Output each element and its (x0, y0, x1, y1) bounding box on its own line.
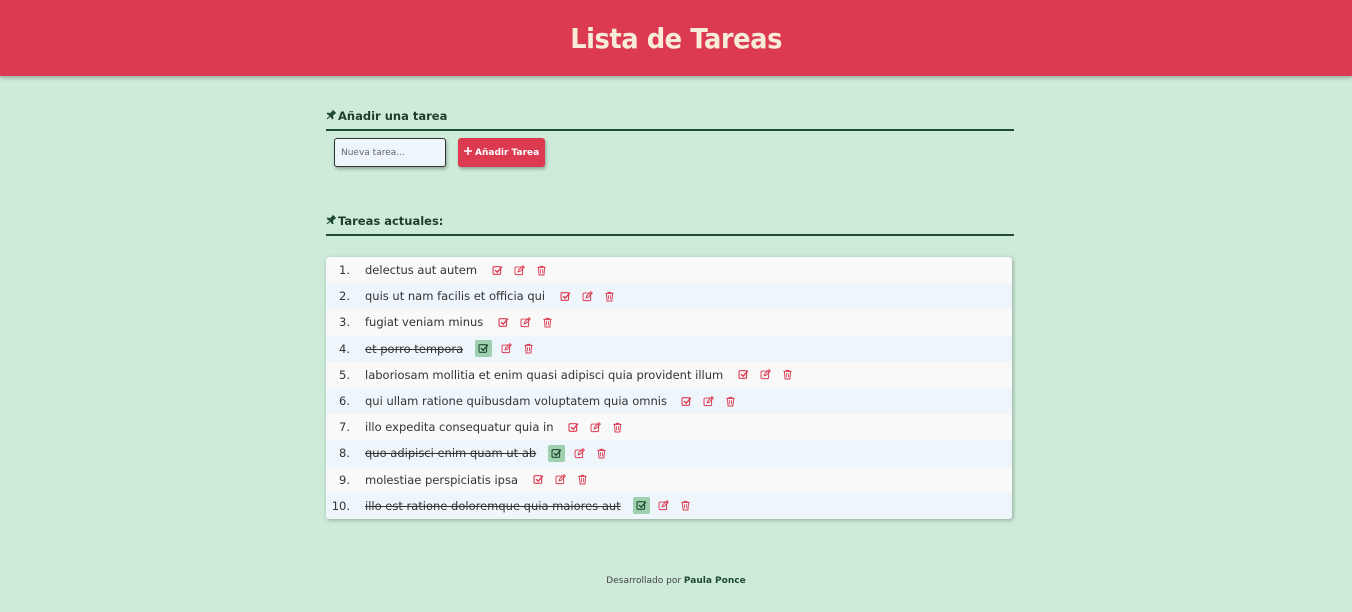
footer-prefix: Desarrollado por (606, 576, 682, 586)
task-text: quo adipisci enim quam ut ab (365, 446, 537, 461)
task-text: illo est ratione doloremque quia maiores… (365, 498, 621, 513)
task-number: 9. (339, 472, 350, 487)
task-number: 8. (339, 446, 350, 461)
task-actions (557, 288, 617, 304)
new-task-input[interactable] (334, 138, 446, 167)
task-actions (489, 262, 549, 278)
task-text: illo expedita consequatur quia in (365, 420, 554, 435)
page-title: Lista de Tareas (570, 21, 782, 55)
edit-icon[interactable] (701, 393, 717, 409)
check-square-icon[interactable] (548, 444, 566, 462)
task-number: 1. (339, 263, 350, 278)
task-number: 5. (339, 367, 350, 382)
trash-icon[interactable] (574, 472, 590, 488)
check-square-icon[interactable] (489, 262, 505, 278)
edit-icon[interactable] (656, 498, 672, 514)
task-number: 6. (339, 394, 350, 409)
check-square-icon[interactable] (566, 419, 582, 435)
task-number: 7. (339, 420, 350, 435)
task-actions (530, 472, 590, 488)
pin-icon (326, 214, 337, 228)
check-square-icon[interactable] (557, 288, 573, 304)
trash-icon[interactable] (723, 393, 739, 409)
task-row: 3. fugiat veniam minus (326, 309, 1012, 335)
add-task-button[interactable]: Añadir Tarea (458, 138, 546, 167)
task-text: et porro tempora (365, 341, 464, 356)
task-text: laboriosam mollitia et enim quasi adipis… (365, 367, 724, 382)
task-text: fugiat veniam minus (365, 315, 484, 330)
trash-icon[interactable] (610, 419, 626, 435)
current-tasks-section: Tareas actuales: (326, 214, 1014, 236)
check-square-icon[interactable] (735, 367, 751, 383)
add-task-button-label: Añadir Tarea (475, 147, 540, 158)
task-actions (495, 314, 555, 330)
task-number: 3. (339, 315, 350, 330)
task-number: 2. (339, 289, 350, 304)
trash-icon[interactable] (520, 341, 536, 357)
edit-icon[interactable] (552, 472, 568, 488)
task-row: 4. et porro tempora (326, 335, 1012, 362)
task-actions (632, 497, 694, 515)
trash-icon[interactable] (593, 445, 609, 461)
footer-author: Paula Ponce (683, 576, 746, 586)
check-square-icon[interactable] (475, 340, 493, 358)
edit-icon[interactable] (579, 288, 595, 304)
task-row: 1. delectus aut autem (326, 257, 1012, 283)
check-square-icon[interactable] (679, 393, 695, 409)
task-text: molestiae perspiciatis ipsa (365, 472, 519, 487)
footer: Desarrollado por Paula Ponce (0, 576, 1352, 586)
task-row: 9. molestiae perspiciatis ipsa (326, 467, 1012, 493)
trash-icon[interactable] (678, 498, 694, 514)
app-header: Lista de Tareas (0, 0, 1352, 76)
plus-icon (464, 147, 472, 158)
trash-icon[interactable] (779, 367, 795, 383)
task-text: delectus aut autem (365, 263, 478, 278)
task-row: 6. qui ullam ratione quibusdam voluptate… (326, 387, 1012, 415)
trash-icon[interactable] (539, 314, 555, 330)
task-number: 4. (339, 341, 350, 356)
task-row: 7. illo expedita consequatur quia in (326, 414, 1012, 440)
task-actions (475, 340, 536, 358)
add-task-section: Añadir una tarea Añadir Tarea (326, 109, 1014, 167)
trash-icon[interactable] (533, 262, 549, 278)
add-task-heading-text: Añadir una tarea (338, 109, 448, 123)
task-actions (566, 419, 626, 435)
task-row: 2. quis ut nam facilis et officia qui (326, 283, 1012, 310)
edit-icon[interactable] (511, 262, 527, 278)
edit-icon[interactable] (517, 314, 533, 330)
check-square-icon[interactable] (632, 497, 650, 515)
add-task-form: Añadir Tarea (326, 138, 1014, 167)
current-tasks-heading-text: Tareas actuales: (338, 214, 444, 228)
current-tasks-heading: Tareas actuales: (326, 214, 1014, 236)
trash-icon[interactable] (601, 288, 617, 304)
edit-icon[interactable] (571, 445, 587, 461)
task-row: 5. laboriosam mollitia et enim quasi adi… (326, 362, 1012, 388)
task-text: quis ut nam facilis et officia qui (365, 289, 546, 304)
task-number: 10. (331, 498, 350, 513)
check-square-icon[interactable] (495, 314, 511, 330)
task-actions (679, 393, 739, 409)
task-row: 10. illo est ratione doloremque quia mai… (326, 492, 1012, 519)
task-actions (548, 444, 609, 462)
task-actions (735, 367, 795, 383)
task-list: 1. delectus aut autem 2. quis ut nam fac… (326, 257, 1012, 519)
add-task-heading: Añadir una tarea (326, 109, 1014, 131)
task-row: 8. quo adipisci enim quam ut ab (326, 440, 1012, 467)
edit-icon[interactable] (757, 367, 773, 383)
edit-icon[interactable] (498, 341, 514, 357)
task-text: qui ullam ratione quibusdam voluptatem q… (365, 394, 667, 409)
edit-icon[interactable] (588, 419, 604, 435)
check-square-icon[interactable] (530, 472, 546, 488)
pin-icon (326, 109, 337, 123)
